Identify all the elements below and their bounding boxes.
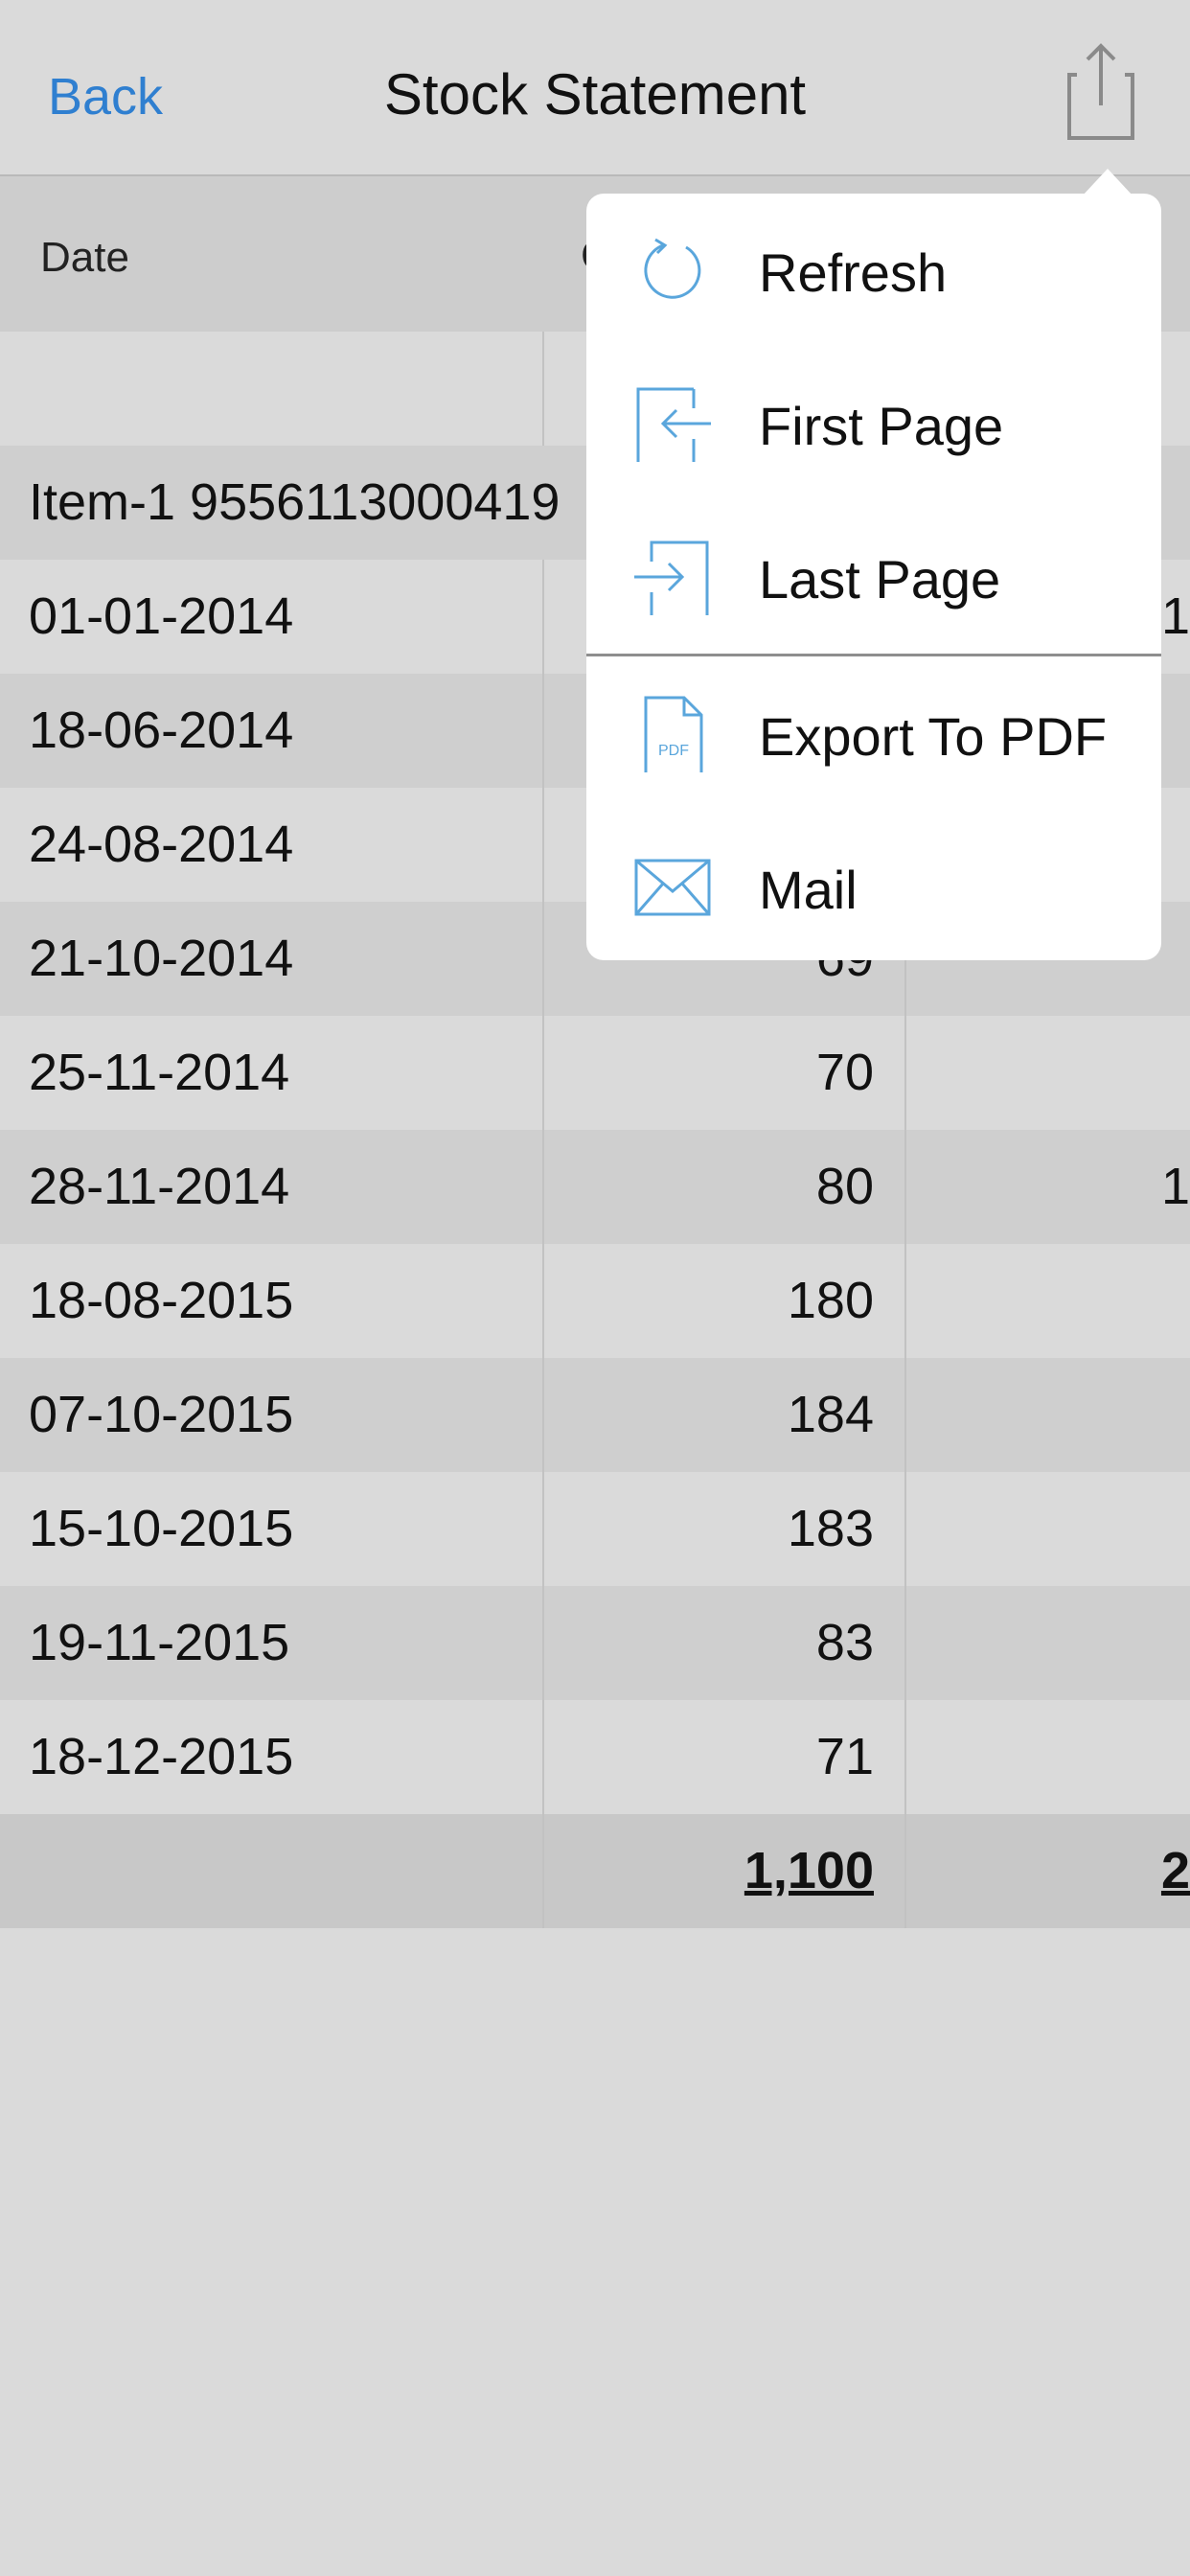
row-date: 24-08-2014 [29, 816, 294, 873]
row-col3 [904, 1472, 1190, 1586]
row-col2: 71 [815, 1728, 874, 1785]
row-col3 [904, 1358, 1190, 1472]
page-title: Stock Statement [383, 62, 807, 126]
table-row[interactable]: 18-12-2015 71 [0, 1700, 1190, 1814]
row-date: 21-10-2014 [29, 930, 294, 987]
menu-item-last-page[interactable]: Last Page [586, 500, 1161, 654]
row-col3 [904, 1586, 1190, 1700]
row-date: 18-08-2015 [29, 1272, 294, 1329]
share-menu-popover: Refresh First Page Last Page PDF Export … [586, 194, 1161, 960]
row-date: 18-06-2014 [29, 702, 294, 759]
row-date: 28-11-2014 [29, 1158, 290, 1215]
table-row[interactable]: 19-11-2015 83 [0, 1586, 1190, 1700]
menu-item-export-pdf[interactable]: PDF Export To PDF [586, 657, 1161, 811]
first-page-icon [636, 387, 711, 462]
menu-item-refresh[interactable]: Refresh [586, 194, 1161, 347]
menu-item-label: Last Page [759, 549, 1001, 610]
row-col2: 80 [815, 1158, 874, 1215]
menu-item-mail[interactable]: Mail [586, 811, 1161, 964]
row-col2: 70 [815, 1044, 874, 1101]
mail-icon [634, 859, 711, 916]
row-date: 25-11-2014 [29, 1044, 290, 1101]
row-col2: 183 [787, 1500, 874, 1557]
table-row[interactable]: 25-11-2014 70 [0, 1016, 1190, 1130]
popover-arrow [1083, 169, 1133, 196]
last-page-icon [634, 540, 709, 615]
row-col2: 184 [787, 1386, 874, 1443]
share-icon [1067, 43, 1134, 140]
row-col3: 1 [1160, 1158, 1190, 1215]
table-row[interactable]: 28-11-2014 80 1 [0, 1130, 1190, 1244]
navigation-bar: Back Stock Statement [0, 0, 1190, 176]
row-date: 18-12-2015 [29, 1728, 294, 1785]
total-col2: 1,100 [744, 1842, 874, 1899]
menu-item-label: Refresh [759, 242, 948, 303]
menu-divider [586, 654, 1161, 656]
menu-item-first-page[interactable]: First Page [586, 347, 1161, 500]
menu-item-label: First Page [759, 396, 1004, 456]
table-row[interactable]: 15-10-2015 183 [0, 1472, 1190, 1586]
total-row: 1,100 2 [0, 1814, 1190, 1928]
row-date: 07-10-2015 [29, 1386, 294, 1443]
pdf-icon-text: PDF [658, 743, 689, 759]
total-col3: 2 [1160, 1842, 1190, 1899]
row-date: 01-01-2014 [29, 587, 294, 645]
row-col3 [904, 1016, 1190, 1130]
table-row[interactable]: 18-08-2015 180 [0, 1244, 1190, 1358]
row-date: 15-10-2015 [29, 1500, 294, 1557]
row-date: 19-11-2015 [29, 1614, 290, 1671]
row-col2: 180 [787, 1272, 874, 1329]
row-col3 [904, 1244, 1190, 1358]
menu-item-label: Export To PDF [759, 706, 1108, 767]
row-col3 [904, 1700, 1190, 1814]
menu-item-label: Mail [759, 860, 858, 920]
group-label: Item-1 9556113000419 [29, 473, 561, 531]
column-header-date: Date [40, 234, 129, 281]
table-row[interactable]: 07-10-2015 184 [0, 1358, 1190, 1472]
row-col2: 83 [815, 1614, 874, 1671]
pdf-icon: PDF [644, 696, 703, 772]
refresh-icon [644, 238, 701, 299]
share-button[interactable] [1064, 38, 1140, 144]
